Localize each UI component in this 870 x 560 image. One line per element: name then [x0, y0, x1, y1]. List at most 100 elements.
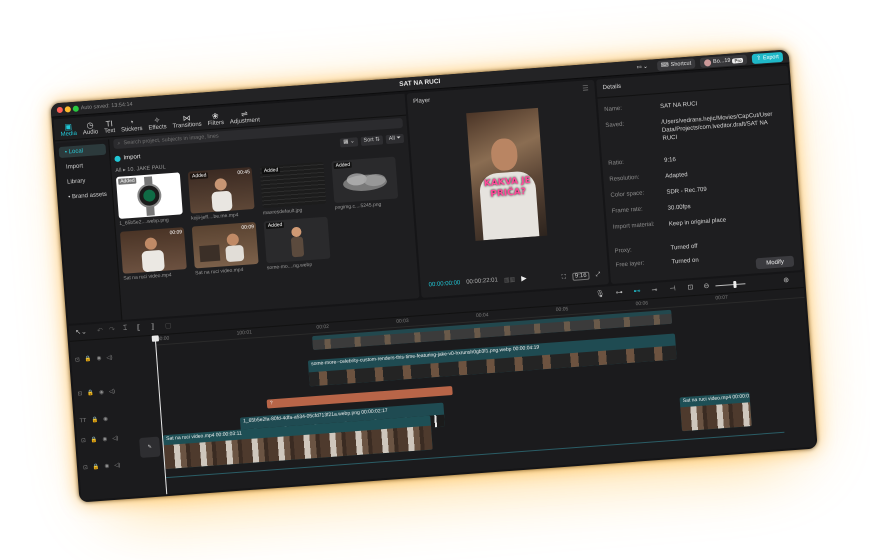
zoom-slider[interactable] [715, 283, 746, 287]
media-item[interactable]: 00:09 Sat na ruci video.mp4 [191, 221, 259, 276]
media-thumbnail: Added [263, 216, 331, 264]
magnet-icon[interactable]: ⊶ [615, 288, 622, 296]
player-panel: Player ☰ KAKVA JE PRIČA? 00:00:00:00 00:… [406, 79, 610, 298]
ruler-tick: 00:07 [715, 294, 729, 302]
zoom-slider-handle[interactable] [733, 280, 737, 289]
sort-icon: ⇅ [374, 136, 381, 143]
eye-icon[interactable]: ◉ [104, 463, 109, 469]
trim-left-icon[interactable]: ⟦ [137, 324, 141, 332]
redo-icon[interactable]: ↷ [109, 326, 115, 334]
volume-icon[interactable]: ◁) [106, 355, 112, 361]
fullscreen-icon[interactable]: ⤢ [595, 271, 600, 278]
pro-badge: Pro [732, 57, 744, 64]
playhead[interactable] [154, 335, 168, 495]
tab-label: Effects [148, 124, 167, 132]
eye-icon[interactable]: ◉ [96, 356, 101, 362]
sidebar-item-brand-assets[interactable]: • Brand assets [62, 189, 110, 203]
lock-icon[interactable]: 🔒 [91, 417, 98, 423]
media-thumbnail: Added [331, 156, 399, 204]
zoom-in-icon[interactable]: ⊕ [783, 276, 789, 284]
detail-value: Turned off [670, 243, 698, 252]
filter-label: All [388, 135, 396, 142]
eye-icon[interactable]: ◉ [99, 389, 104, 395]
current-time: 00:00:00:00 [428, 280, 461, 289]
import-button[interactable]: Import [114, 154, 141, 163]
zoom-out-icon[interactable]: ⊖ [703, 282, 709, 290]
shortcut-button[interactable]: ⌨ Shortcut [656, 58, 696, 72]
player-controls: ⛶ 9:16 ⤢ [561, 271, 601, 282]
sort-button[interactable]: Sort ⇅ [360, 134, 384, 146]
video-preview[interactable]: KAKVA JE PRIČA? [466, 107, 548, 241]
tab-effects[interactable]: ✧ Effects [147, 111, 167, 133]
volume-icon[interactable]: ◁) [109, 389, 115, 395]
trim-right-icon[interactable]: ⟧ [151, 323, 155, 331]
cover-button[interactable]: ✎ [139, 436, 161, 458]
play-icon[interactable]: ▶ [521, 274, 527, 282]
detail-value: Adapted [665, 172, 688, 180]
align-icon[interactable]: ⊣ [669, 284, 676, 292]
ratio-button[interactable]: 9:16 [571, 271, 590, 281]
track-toggle-icon[interactable]: ⊡ [83, 465, 88, 471]
sidebar-item-local[interactable]: • Local [58, 143, 107, 159]
tab-adjustment[interactable]: ⇌ Adjustment [229, 104, 260, 127]
ruler-tick: 00:02 [316, 323, 330, 331]
sidebar-item-import[interactable]: Import [60, 159, 108, 173]
fit-icon[interactable]: ⛶ [562, 274, 567, 281]
total-time: 00:00:22:01 [466, 277, 499, 286]
volume-icon[interactable]: ◁) [114, 462, 120, 468]
delete-icon[interactable]: ▢ [165, 321, 172, 329]
tab-audio[interactable]: ◷ Audio [82, 116, 99, 138]
media-item[interactable]: Added maxresdefault.jpg [259, 161, 327, 216]
lock-icon[interactable]: 🔒 [87, 390, 94, 396]
detail-row-saved: Saved: /Users/vedrans.hejic/Movies/CapCut… [605, 110, 782, 147]
tab-stickers[interactable]: ◔ Stickers [120, 113, 143, 136]
tab-text[interactable]: TI Text [103, 115, 116, 137]
media-item[interactable]: Added 1_65b5e2....webp.png [115, 172, 183, 227]
track-toggle-icon[interactable]: ⊡ [77, 391, 82, 397]
eye-icon[interactable]: ◉ [102, 436, 107, 442]
undo-icon[interactable]: ↶ [97, 326, 103, 334]
main-video-clip-end[interactable]: Sat na ruci video.mp4 00:00:01:07 [679, 392, 752, 432]
filter-button[interactable]: All ⏷ [385, 133, 405, 144]
media-item[interactable]: Added some-mo....ng.webp [263, 216, 331, 271]
detail-value: Keep in original place [668, 217, 727, 228]
media-item[interactable]: 00:09 Sat na ruci video.mp4 [119, 227, 187, 282]
library-tools: ▦ ⌄ Sort ⇅ All ⏷ [340, 133, 405, 147]
link-icon[interactable]: ⊷ [633, 287, 640, 295]
layout-button[interactable]: ▭ ⌄ [632, 61, 652, 72]
modify-button[interactable]: Modify [755, 255, 795, 270]
media-item[interactable]: Added 00:45 kojii-jeff....be.me.mp4 [187, 167, 255, 222]
lock-icon[interactable]: 🔒 [85, 356, 92, 362]
media-thumbnail: 00:09 [119, 227, 187, 274]
timeline-mode-icon[interactable]: ▥▥ [504, 276, 516, 284]
account-button[interactable]: Bo...19 Pro [699, 54, 748, 68]
track-toggle-icon[interactable]: ⊡ [81, 438, 86, 444]
split-icon[interactable]: ⌶ [123, 325, 128, 333]
lock-icon[interactable]: 🔒 [91, 437, 98, 443]
layout-icon: ▭ ⌄ [636, 63, 649, 71]
volume-icon[interactable]: ◁) [112, 436, 118, 442]
detail-value: 9:16 [663, 156, 677, 164]
eye-icon[interactable]: ◉ [103, 416, 108, 422]
lock-icon[interactable]: 🔒 [92, 464, 99, 470]
clip-label: ? [269, 400, 273, 407]
menu-icon[interactable]: ☰ [582, 84, 589, 92]
track-toggle-icon[interactable]: ⊡ [75, 357, 80, 363]
media-thumbnail: Added [115, 172, 183, 219]
microphone-icon[interactable]: 🎙 [595, 290, 605, 299]
export-button[interactable]: ⇪ Export [752, 51, 784, 65]
sort-label: Sort [363, 137, 374, 144]
detail-key: Color space: [610, 190, 645, 199]
media-item[interactable]: Added pngimg.c....5245.png [331, 156, 399, 211]
tab-transitions[interactable]: ⋈ Transitions [171, 109, 202, 132]
tab-media[interactable]: ▣ Media [59, 118, 77, 140]
clip-frames [163, 425, 433, 470]
detail-key: Frame rate: [611, 206, 643, 215]
sidebar-item-library[interactable]: Library [61, 174, 109, 188]
select-tool-icon[interactable]: ↖⌄ [75, 328, 87, 337]
ruler-tick: 00:04 [475, 312, 489, 320]
preview-axis-icon[interactable]: ⊸ [651, 286, 657, 294]
caption-icon[interactable]: ⊡ [687, 283, 693, 291]
view-toggle[interactable]: ▦ ⌄ [340, 136, 358, 147]
tab-filters[interactable]: ❀ Filters [207, 107, 225, 129]
